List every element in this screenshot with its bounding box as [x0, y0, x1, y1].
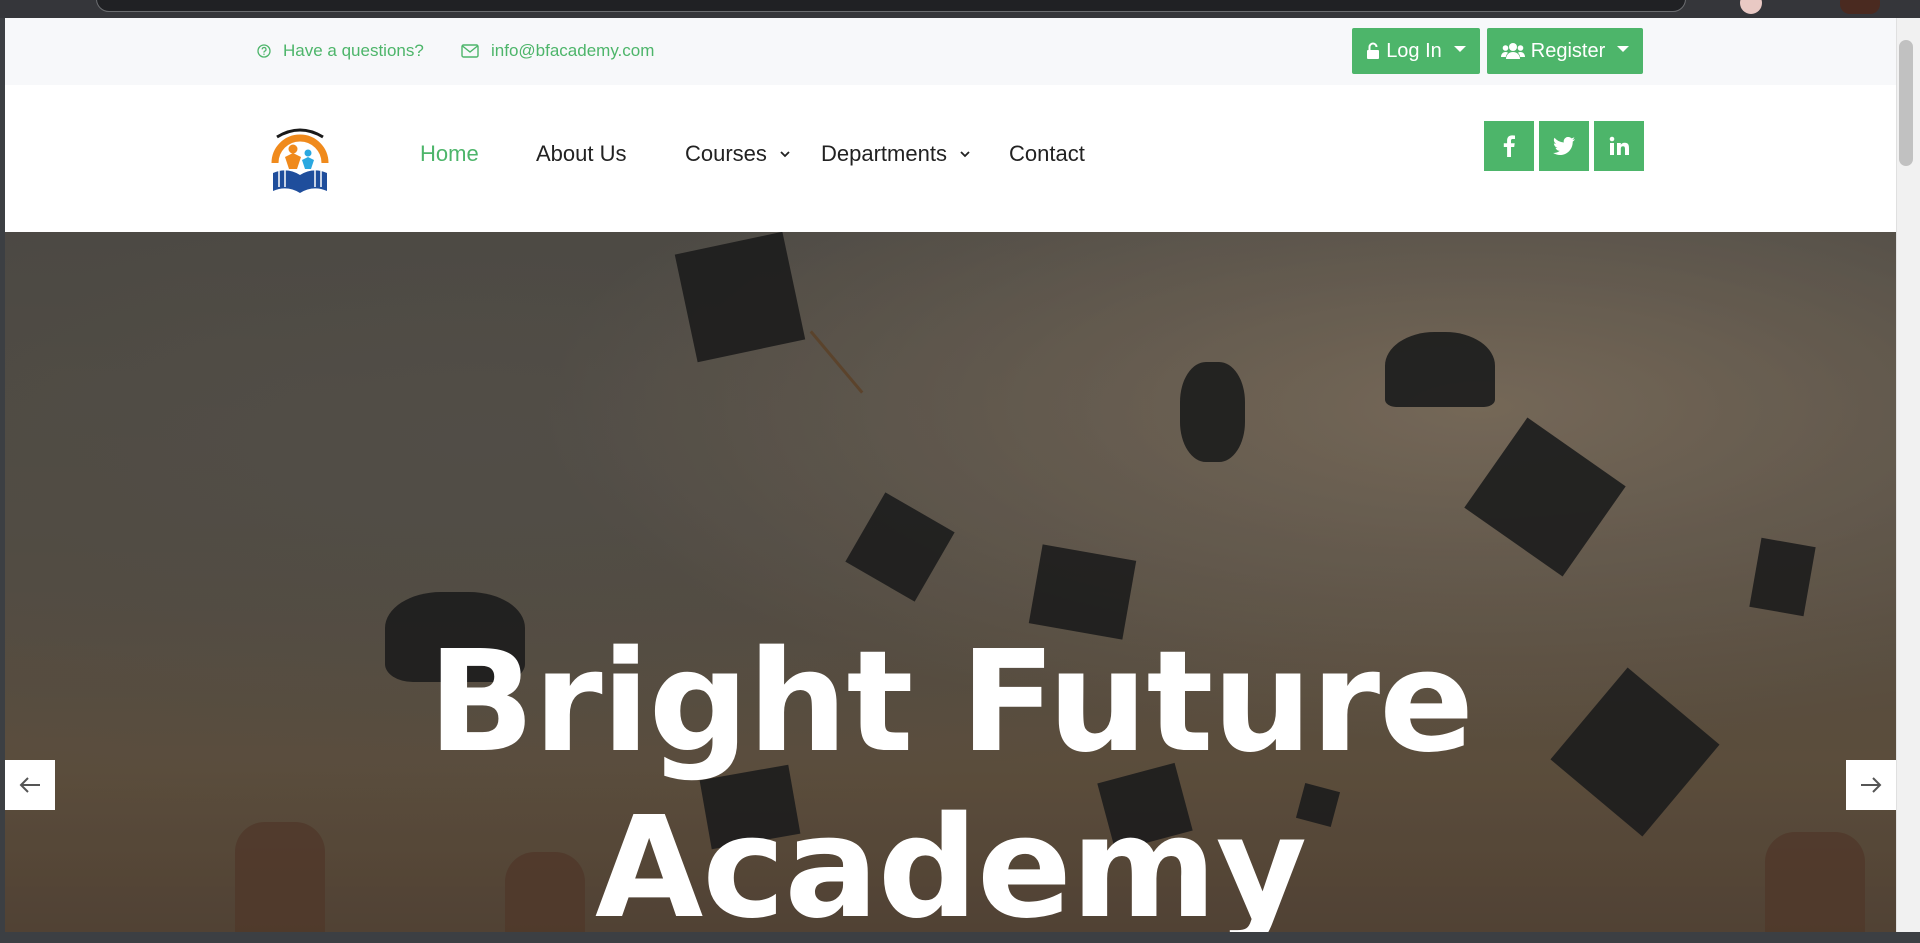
twitter-button[interactable]	[1539, 121, 1589, 171]
extension-icon[interactable]	[1840, 0, 1880, 14]
slider-next-button[interactable]	[1846, 760, 1896, 810]
hero-title-line1: Bright Future	[427, 621, 1474, 784]
address-bar[interactable]	[96, 0, 1686, 12]
questions-text: Have a questions?	[283, 41, 424, 60]
users-icon	[1500, 42, 1525, 60]
top-info-bar: Have a questions? info@bfacademy.com Log…	[5, 18, 1896, 85]
nav-courses[interactable]: Courses	[685, 141, 791, 167]
webpage: Have a questions? info@bfacademy.com Log…	[5, 18, 1896, 932]
email-link[interactable]: info@bfacademy.com	[461, 41, 654, 61]
window-bottom-edge	[0, 932, 1920, 943]
hero-title-line2: Academy	[594, 787, 1307, 932]
nav-contact[interactable]: Contact	[1009, 141, 1085, 167]
nav-departments[interactable]: Departments	[821, 141, 971, 167]
facebook-button[interactable]	[1484, 121, 1534, 171]
academy-logo[interactable]	[267, 123, 333, 195]
nav-courses-label: Courses	[685, 141, 767, 166]
facebook-icon	[1503, 135, 1515, 157]
login-dropdown-button[interactable]: Log In	[1352, 28, 1480, 74]
envelope-icon	[461, 44, 479, 58]
login-label: Log In	[1386, 39, 1442, 62]
email-text: info@bfacademy.com	[491, 41, 655, 60]
chevron-down-icon	[959, 150, 971, 158]
nav-contact-label: Contact	[1009, 141, 1085, 166]
slider-prev-button[interactable]	[5, 760, 55, 810]
arrow-left-icon	[19, 776, 41, 794]
register-dropdown-button[interactable]: Register	[1487, 28, 1643, 74]
main-navbar: Home About Us Courses Departments Contac…	[5, 85, 1896, 232]
nav-departments-label: Departments	[821, 141, 947, 166]
linkedin-button[interactable]	[1594, 121, 1644, 171]
nav-home-label: Home	[420, 141, 479, 166]
unlock-icon	[1366, 42, 1380, 60]
register-label: Register	[1530, 39, 1606, 62]
twitter-icon	[1553, 137, 1575, 155]
question-circle-icon	[257, 44, 271, 58]
caret-down-icon	[1617, 46, 1630, 52]
profile-avatar[interactable]	[1740, 0, 1762, 14]
linkedin-icon	[1609, 136, 1629, 156]
arrow-right-icon	[1860, 776, 1882, 794]
nav-about-us[interactable]: About Us	[536, 141, 627, 167]
browser-toolbar	[0, 0, 1920, 18]
hero-slider: Bright Future Academy	[5, 232, 1896, 932]
scrollbar-thumb[interactable]	[1899, 40, 1913, 166]
chevron-down-icon	[779, 150, 791, 158]
questions-link[interactable]: Have a questions?	[257, 41, 424, 61]
nav-home[interactable]: Home	[420, 141, 479, 167]
nav-about-us-label: About Us	[536, 141, 627, 166]
caret-down-icon	[1453, 46, 1466, 52]
